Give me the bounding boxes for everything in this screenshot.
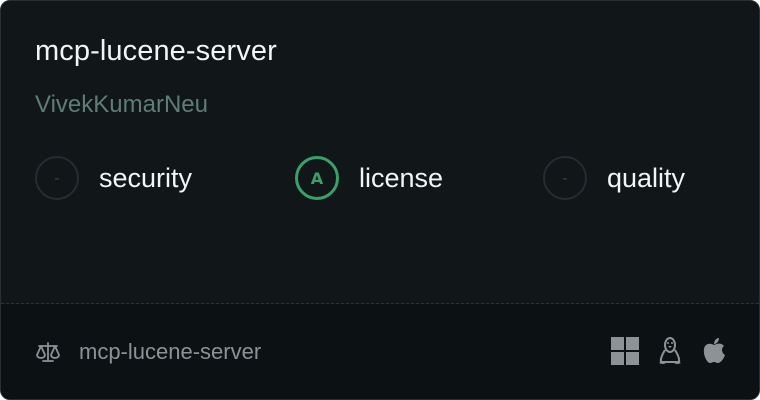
- score-security: - security: [35, 154, 192, 202]
- score-license: A license: [295, 154, 443, 202]
- windows-icon: [611, 337, 639, 365]
- security-label: security: [99, 162, 193, 193]
- scale-icon: [35, 339, 61, 365]
- security-grade-badge: -: [35, 156, 79, 200]
- quality-grade-badge: -: [543, 156, 587, 200]
- license-info: mcp-lucene-server: [35, 337, 261, 367]
- license-grade-badge: A: [295, 156, 339, 200]
- score-quality: - quality: [543, 154, 685, 202]
- platform-icons: [611, 334, 727, 368]
- linux-icon: [657, 336, 683, 366]
- package-name[interactable]: mcp-lucene-server: [35, 35, 277, 68]
- package-owner[interactable]: VivekKumarNeu: [35, 91, 208, 119]
- apple-icon: [701, 337, 727, 365]
- footer-package-name: mcp-lucene-server: [79, 339, 262, 364]
- license-label: license: [359, 162, 444, 193]
- quality-label: quality: [607, 162, 686, 193]
- package-card[interactable]: mcp-lucene-server VivekKumarNeu - securi…: [0, 0, 760, 400]
